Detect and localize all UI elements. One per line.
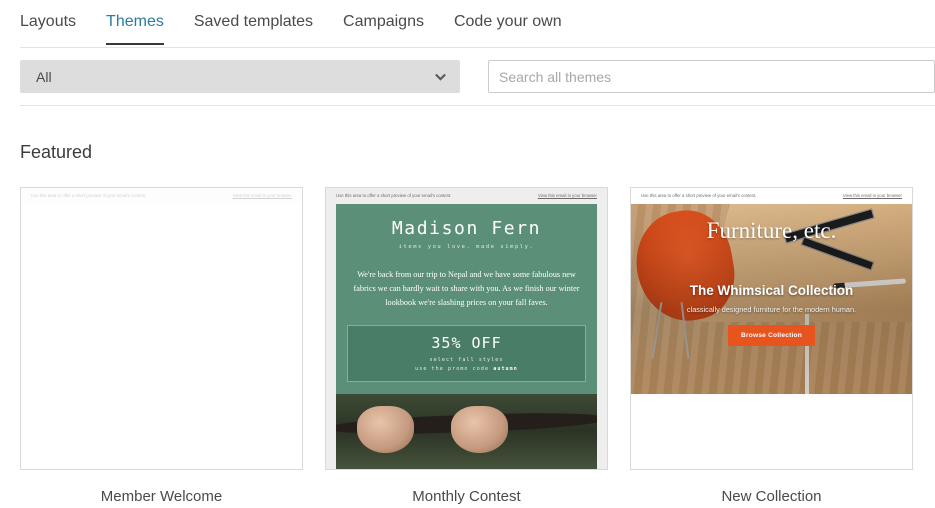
email-preview-header: Use this area to offer a short preview o… [631, 188, 912, 204]
email-body-madison-fern: Use this area to offer a short preview o… [326, 188, 607, 469]
email-green-panel: Madison Fern items you love. made simply… [336, 203, 597, 469]
tab-themes[interactable]: Themes [106, 0, 164, 45]
email-body-blank [631, 393, 912, 469]
theme-card-new-collection[interactable]: Use this area to offer a short preview o… [630, 187, 913, 505]
hand-right-shape [450, 405, 509, 453]
theme-thumbnail-new-collection[interactable]: Use this area to offer a short preview o… [630, 187, 913, 470]
promo-code: autumn [493, 365, 518, 372]
email-photo-skateboard [336, 393, 597, 469]
hero-text-block: Furniture, etc. The Whimsical Collection… [631, 204, 912, 394]
theme-card-monthly-contest[interactable]: Use this area to offer a short preview o… [325, 187, 608, 505]
email-hero-furniture-photo: Furniture, etc. The Whimsical Collection… [631, 203, 912, 394]
theme-card-caption: New Collection [721, 488, 822, 505]
hero-subheadline: The Whimsical Collection [689, 282, 854, 298]
email-preview-header: Use this area to offer a short preview o… [21, 188, 302, 204]
hero-headline: Furniture, etc. [706, 217, 837, 243]
view-in-browser-link[interactable]: View this email in your browser [233, 193, 292, 199]
brand-logo-text: Madison Fern [391, 217, 542, 239]
tab-code-your-own[interactable]: Code your own [454, 0, 562, 43]
tab-campaigns[interactable]: Campaigns [343, 0, 424, 43]
featured-section-title: Featured [20, 142, 93, 162]
email-preview-header: Use this area to offer a short preview o… [326, 188, 607, 204]
tab-saved-templates[interactable]: Saved templates [194, 0, 313, 43]
theme-card-grid: Use this area to offer a short preview o… [0, 163, 935, 505]
email-preview-text: Use this area to offer a short preview o… [31, 193, 147, 198]
hand-left-shape [356, 405, 415, 453]
theme-thumbnail-monthly-contest[interactable]: Use this area to offer a short preview o… [325, 187, 608, 470]
email-body-blank [21, 203, 302, 469]
promo-code-prefix: use the promo code [415, 365, 494, 372]
theme-card-caption: Member Welcome [100, 488, 223, 505]
category-filter-value: All [36, 68, 52, 85]
view-in-browser-link[interactable]: View this email in your browser [843, 193, 902, 199]
promo-line-2: use the promo code autumn [348, 366, 585, 372]
search-input[interactable] [488, 60, 935, 93]
primary-tab-bar: Layouts Themes Saved templates Campaigns… [0, 0, 935, 48]
email-preview-text: Use this area to offer a short preview o… [641, 193, 757, 198]
promo-line-1: select fall styles [429, 356, 504, 363]
promo-headline: 35% OFF [431, 333, 502, 352]
search-field-wrapper [488, 60, 935, 93]
tab-layouts[interactable]: Layouts [20, 0, 76, 43]
browse-collection-button[interactable]: Browse Collection [728, 324, 815, 346]
filter-bar: All [0, 48, 935, 106]
hero-tagline: classically designed furniture for the m… [686, 304, 857, 314]
theme-card-caption: Monthly Contest [412, 488, 521, 505]
theme-card-member-welcome[interactable]: Use this area to offer a short preview o… [20, 187, 303, 505]
category-filter-select[interactable]: All [20, 60, 460, 93]
chevron-down-icon [435, 71, 446, 82]
email-body-copy: We're back from our trip to Nepal and we… [353, 269, 580, 308]
email-preview-text: Use this area to offer a short preview o… [336, 193, 452, 198]
view-in-browser-link[interactable]: View this email in your browser [538, 193, 597, 199]
theme-thumbnail-member-welcome[interactable]: Use this area to offer a short preview o… [20, 187, 303, 470]
promo-block: 35% OFF select fall styles use the promo… [347, 324, 586, 382]
